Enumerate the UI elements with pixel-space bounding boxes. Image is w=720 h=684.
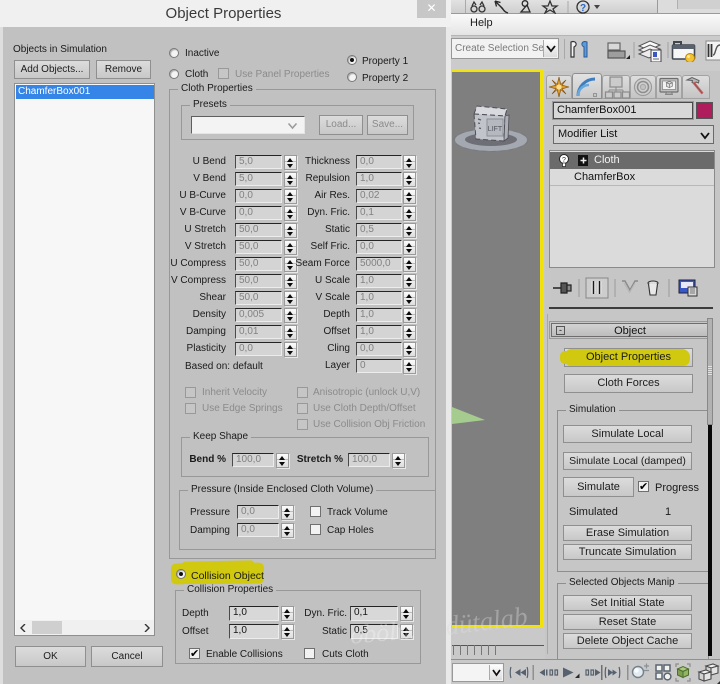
svg-text:LIFT: LIFT [488, 126, 503, 133]
svg-text:?: ? [562, 157, 566, 164]
svg-text:?: ? [580, 3, 586, 14]
